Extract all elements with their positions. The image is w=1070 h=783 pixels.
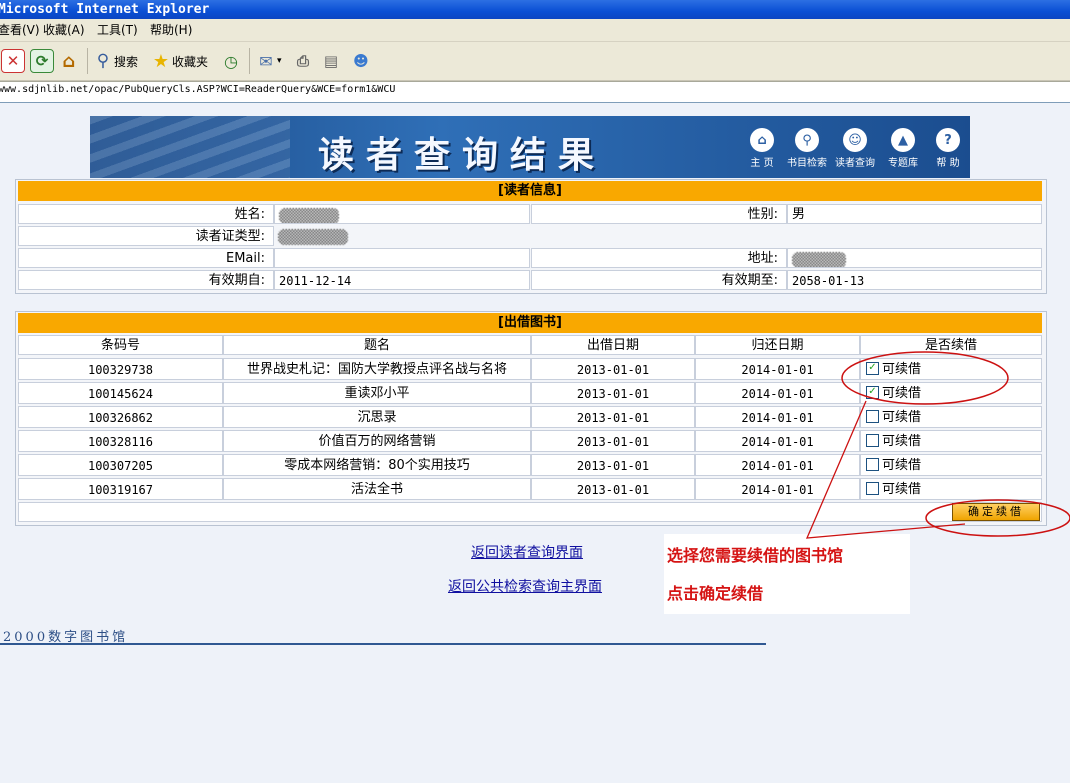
annotation-ellipse-checkboxes bbox=[841, 351, 1009, 405]
annotation-arrow bbox=[805, 400, 966, 539]
annotation-ellipse-button bbox=[925, 499, 1070, 537]
annotation-overlay bbox=[805, 351, 1070, 539]
footer-divider bbox=[0, 643, 766, 645]
